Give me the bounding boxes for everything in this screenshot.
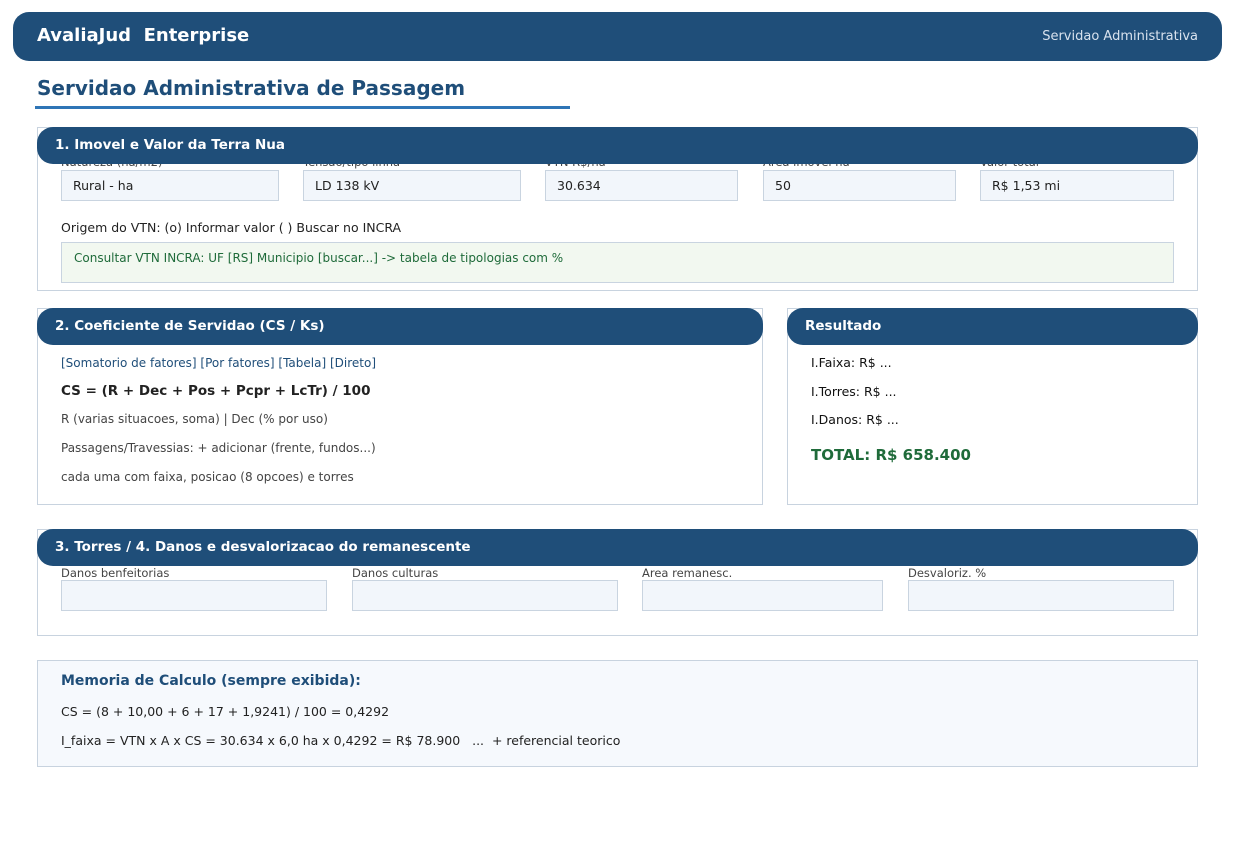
section-imovel-title: 1. Imovel e Valor da Terra Nua <box>55 137 285 153</box>
cs-note-faixa: cada uma com faixa, posicao (8 opcoes) e… <box>61 470 354 484</box>
valor-total-field: R$ 1,53 mi <box>980 170 1174 201</box>
section-torres-danos-title: 3. Torres / 4. Danos e desvalorizacao do… <box>55 539 471 555</box>
incra-lookup-box[interactable]: Consultar VTN INCRA: UF [RS] Municipio [… <box>61 242 1174 283</box>
area-imovel-input[interactable]: 50 <box>763 170 956 201</box>
vtn-origin-radio-group[interactable]: Origem do VTN: (o) Informar valor ( ) Bu… <box>61 220 401 235</box>
result-total: TOTAL: R$ 658.400 <box>811 446 971 464</box>
result-torres: I.Torres: R$ ... <box>811 384 897 399</box>
section-torres-danos-header: 3. Torres / 4. Danos e desvalorizacao do… <box>37 529 1198 566</box>
tensao-input[interactable]: LD 138 kV <box>303 170 521 201</box>
danos-benfeitorias-input[interactable] <box>61 580 327 611</box>
result-header: Resultado <box>787 308 1198 345</box>
cs-mode-selector[interactable]: [Somatorio de fatores] [Por fatores] [Ta… <box>61 356 376 370</box>
field-label-danos-culturas: Danos culturas <box>352 566 439 580</box>
section-coeficiente-header: 2. Coeficiente de Servidao (CS / Ks) <box>37 308 763 345</box>
result-title: Resultado <box>805 318 882 334</box>
cs-note-passagens: Passagens/Travessias: + adicionar (frent… <box>61 441 376 455</box>
field-label-area-remanescente: Area remanesc. <box>642 566 733 580</box>
danos-culturas-input[interactable] <box>352 580 618 611</box>
incra-lookup-text: Consultar VTN INCRA: UF [RS] Municipio [… <box>74 251 564 265</box>
memoria-cs-line: CS = (8 + 10,00 + 6 + 17 + 1,9241) / 100… <box>61 704 390 719</box>
section-imovel-header: 1. Imovel e Valor da Terra Nua <box>37 127 1198 164</box>
page-title: Servidao Administrativa de Passagem <box>37 76 466 100</box>
memoria-calculo-title: Memoria de Calculo (sempre exibida): <box>61 673 361 689</box>
app-title: AvaliaJud Enterprise <box>37 25 250 46</box>
field-label-danos-benfeitorias: Danos benfeitorias <box>61 566 170 580</box>
field-label-desvalorizacao: Desvaloriz. % <box>908 566 987 580</box>
section-coeficiente-title: 2. Coeficiente de Servidao (CS / Ks) <box>55 318 325 334</box>
module-label: Servidao Administrativa <box>1042 29 1198 44</box>
result-danos: I.Danos: R$ ... <box>811 412 899 427</box>
result-faixa: I.Faixa: R$ ... <box>811 355 892 370</box>
title-underline <box>35 106 570 109</box>
cs-note-r-dec: R (varias situacoes, soma) | Dec (% por … <box>61 412 328 426</box>
memoria-faixa-line: I_faixa = VTN x A x CS = 30.634 x 6,0 ha… <box>61 733 621 748</box>
cs-formula: CS = (R + Dec + Pos + Pcpr + LcTr) / 100 <box>61 383 371 399</box>
vtn-input[interactable]: 30.634 <box>545 170 738 201</box>
desvalorizacao-input[interactable] <box>908 580 1174 611</box>
natureza-input[interactable]: Rural - ha <box>61 170 279 201</box>
area-remanescente-input[interactable] <box>642 580 883 611</box>
